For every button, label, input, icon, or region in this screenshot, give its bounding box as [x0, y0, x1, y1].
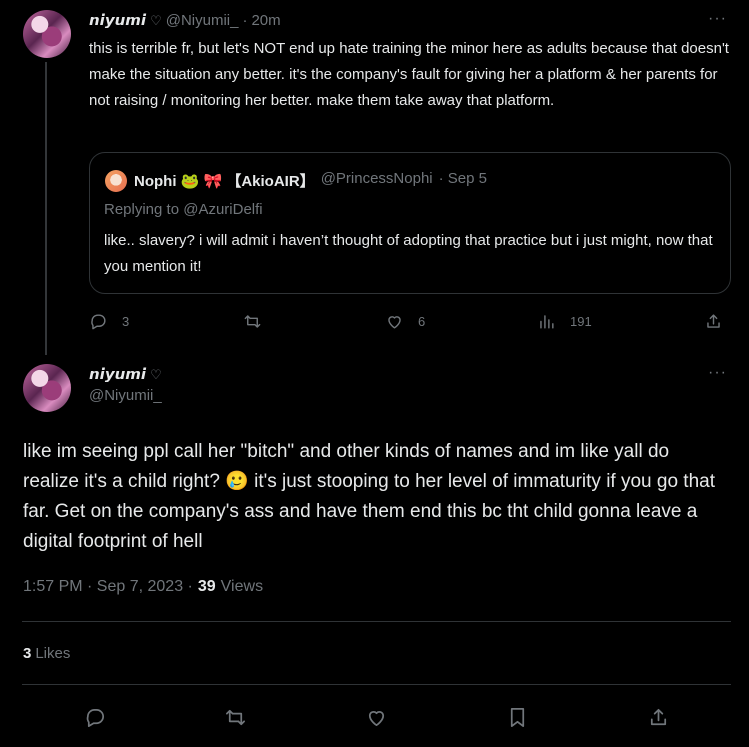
display-name[interactable]: 𝙣𝙞𝙮𝙪𝙢𝙞 — [89, 11, 146, 29]
bookmark-icon — [510, 708, 525, 727]
share-button[interactable] — [704, 312, 723, 331]
reply-button[interactable]: 3 — [89, 312, 129, 331]
more-icon[interactable]: ··· — [708, 364, 727, 382]
tweet-text: this is terrible fr, but let's NOT end u… — [89, 40, 729, 109]
share-icon — [707, 314, 720, 328]
views-count: 191 — [570, 314, 592, 329]
name-heart: ♡ — [150, 13, 162, 28]
quoted-tweet[interactable]: Nophi 🐸 🎀 【AkioAIR】 @PrincessNophi · Sep… — [89, 152, 731, 294]
more-icon[interactable]: ··· — [708, 10, 727, 28]
retweet-button[interactable] — [243, 312, 262, 331]
tweet-timestamp[interactable]: 1:57 PM · Sep 7, 2023 · — [23, 578, 193, 596]
thread-connector-line — [45, 62, 47, 355]
views-button[interactable]: 191 — [537, 312, 592, 331]
quote-text: like.. slavery? i will admit i haven’t t… — [104, 232, 713, 275]
quote-header: Nophi 🐸 🎀 【AkioAIR】 @PrincessNophi · Sep… — [134, 170, 487, 191]
user-handle[interactable]: @Niyumii_ — [89, 387, 162, 404]
likes-label: Likes — [35, 645, 71, 662]
like-count: 6 — [418, 314, 426, 329]
retweet-icon — [244, 315, 261, 328]
retweet-button[interactable] — [224, 706, 247, 729]
replying-to: Replying to @AzuriDelfi — [104, 201, 263, 218]
tweet-text: like im seeing ppl call her "bitch" and … — [23, 441, 715, 552]
user-handle[interactable]: @Niyumii_ — [166, 12, 239, 29]
name-heart: ♡ — [150, 367, 162, 382]
views-icon — [540, 315, 554, 329]
bookmark-button[interactable] — [506, 706, 529, 729]
retweet-icon — [226, 709, 245, 726]
focused-tweet-header: 𝙣𝙞𝙮𝙪𝙢𝙞 ♡ @Niyumii_ — [89, 365, 162, 404]
likes-count: 3 — [23, 645, 32, 662]
like-icon — [368, 711, 385, 727]
like-button[interactable]: 6 — [385, 312, 425, 331]
tweet-meta: 1:57 PM · Sep 7, 2023 · 39 Views — [23, 578, 263, 596]
avatar[interactable] — [23, 364, 71, 412]
display-name[interactable]: 𝙣𝙞𝙮𝙪𝙢𝙞 — [89, 365, 146, 383]
avatar[interactable] — [23, 10, 71, 58]
divider — [22, 684, 731, 685]
views-count: 39 — [197, 578, 216, 595]
quote-handle: @PrincessNophi — [320, 170, 433, 187]
views-label: Views — [220, 578, 264, 595]
share-icon — [650, 708, 667, 726]
reply-icon — [86, 708, 105, 727]
quote-date: · Sep 5 — [438, 170, 487, 187]
tweet-header: 𝙣𝙞𝙮𝙪𝙢𝙞 ♡ @Niyumii_ · 20m — [89, 11, 281, 29]
reply-button[interactable] — [84, 706, 107, 729]
divider — [22, 621, 731, 622]
reply-icon — [91, 314, 106, 330]
reply-count: 3 — [122, 314, 130, 329]
likes-summary[interactable]: 3 Likes — [23, 645, 70, 662]
like-icon — [388, 316, 401, 329]
separator: · — [242, 12, 248, 29]
quote-avatar — [105, 170, 127, 192]
share-button[interactable] — [647, 706, 670, 729]
quote-display-name: Nophi 🐸 🎀 【AkioAIR】 — [134, 173, 315, 190]
like-button[interactable] — [365, 706, 388, 729]
tweet-time[interactable]: 20m — [251, 12, 280, 29]
